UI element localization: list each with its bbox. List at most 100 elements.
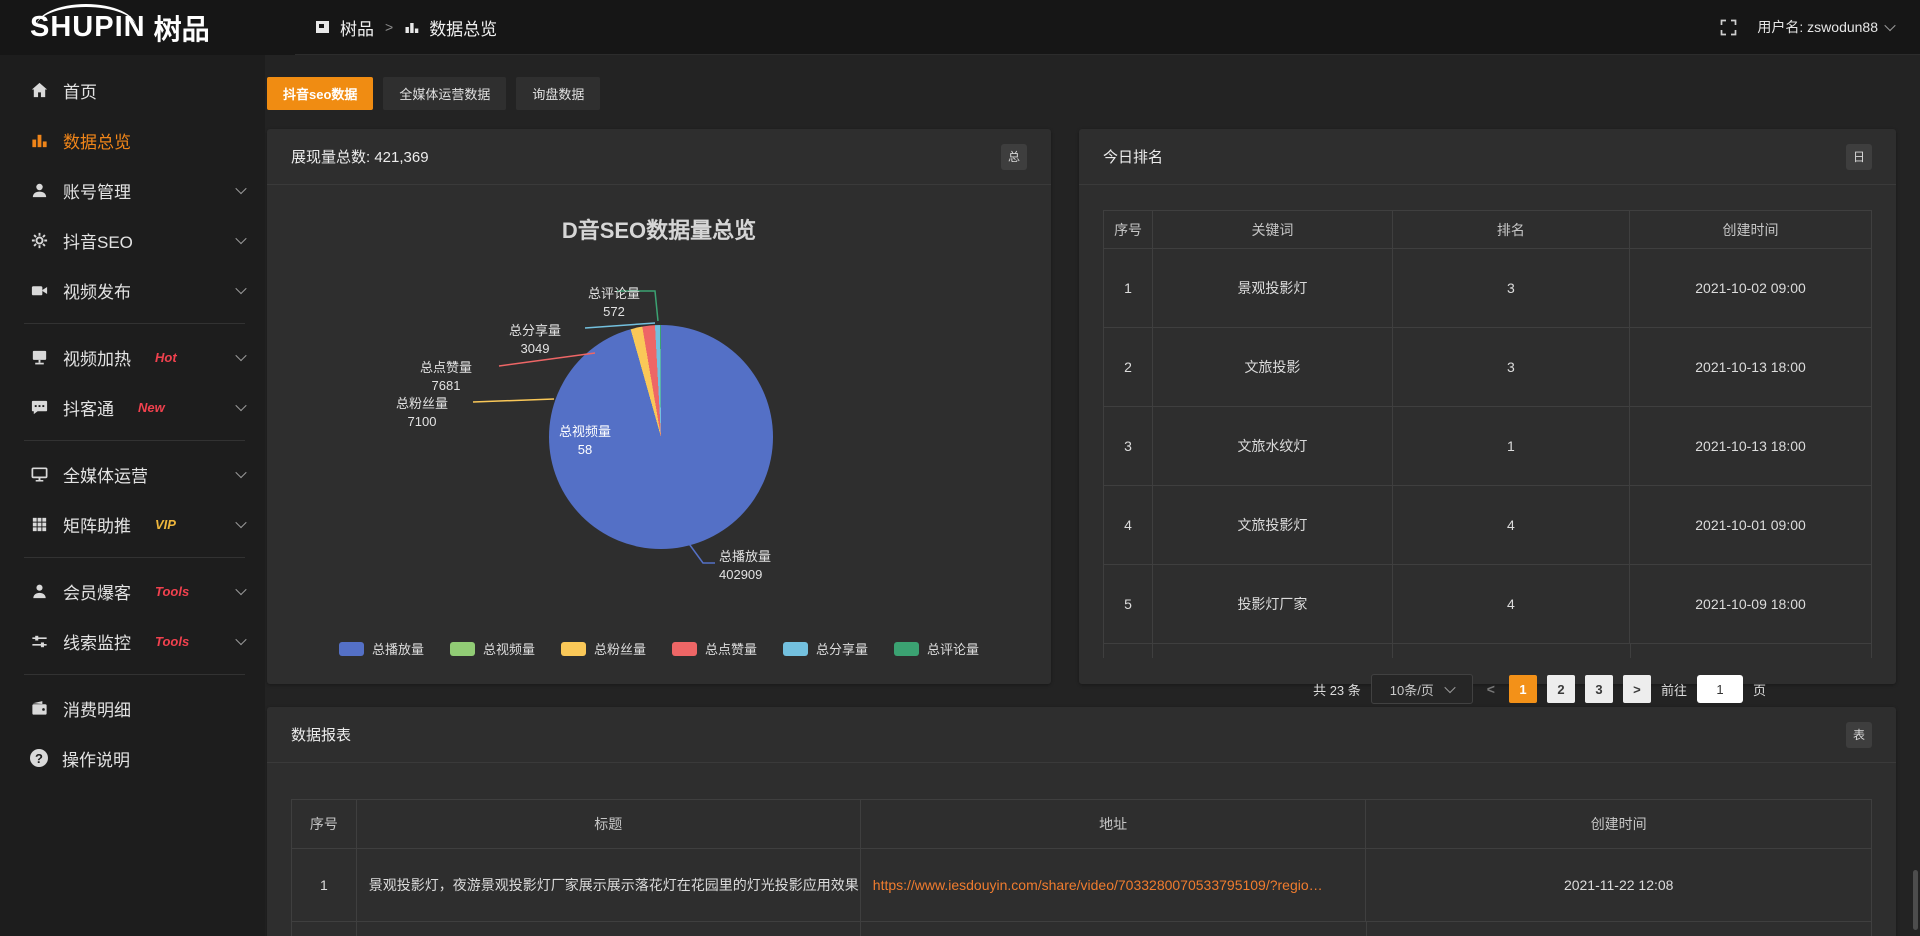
legend-item-plays[interactable]: 总播放量 [339, 639, 424, 658]
screen-icon [30, 348, 49, 367]
main-content: 抖音seo数据 全媒体运营数据 询盘数据 展现量总数: 421,369 总 D音… [265, 55, 1920, 936]
legend-item-videos[interactable]: 总视频量 [450, 639, 535, 658]
chevron-down-icon [1884, 20, 1895, 31]
sidebar-item-data-overview[interactable]: 数据总览 [0, 115, 265, 165]
chevron-down-icon [235, 634, 246, 645]
report-title-cell: 景观投影灯，夜游景观投影灯厂家展示展示落花灯在花园里的灯光投影应用效果 # [356, 849, 860, 922]
sidebar-item-video-publish[interactable]: 视频发布 [0, 265, 265, 315]
goto-unit: 页 [1753, 680, 1766, 699]
data-source-tabs: 抖音seo数据 全媒体运营数据 询盘数据 [267, 77, 1896, 110]
app-window: SHUPIN 树品 树品 > 数据总览 用户名: zswodun8 [0, 0, 1920, 936]
sliders-icon [30, 632, 49, 651]
page-size-select[interactable]: 10条/页 [1371, 674, 1473, 704]
sidebar-item-account[interactable]: 账号管理 [0, 165, 265, 215]
goto-page-input[interactable] [1697, 675, 1743, 703]
pie-chart-area[interactable]: D音SEO数据量总览 总评论量 572 [267, 185, 1051, 684]
table-badge-button[interactable]: 表 [1846, 722, 1872, 748]
user-icon [30, 181, 49, 200]
prev-page-button[interactable]: < [1483, 681, 1499, 697]
tab-inquiry-data[interactable]: 询盘数据 [516, 77, 600, 110]
breadcrumb: 树品 > 数据总览 [315, 15, 497, 40]
scrollbar-thumb[interactable] [1913, 870, 1918, 930]
breadcrumb-root[interactable]: 树品 [340, 15, 374, 40]
chevron-down-icon [235, 233, 246, 244]
page-button-2[interactable]: 2 [1547, 675, 1575, 703]
page-button-1[interactable]: 1 [1509, 675, 1537, 703]
report-table: 序号 标题 地址 创建时间 1 景观投影灯，夜游景观投影灯厂家展示展示落花灯在花… [291, 799, 1872, 922]
sidebar-item-home[interactable]: 首页 [0, 65, 265, 115]
report-video-link[interactable]: https://www.iesdouyin.com/share/video/70… [873, 877, 1323, 893]
report-table-row: 1 景观投影灯，夜游景观投影灯厂家展示展示落花灯在花园里的灯光投影应用效果 # … [292, 849, 1872, 922]
legend-swatch [894, 642, 919, 656]
video-camera-icon [30, 281, 49, 300]
username-label: 用户名: zswodun88 [1757, 17, 1878, 37]
impressions-total-label: 展现量总数: 421,369 [291, 146, 429, 167]
help-icon: ? [30, 749, 48, 767]
legend-item-shares[interactable]: 总分享量 [783, 639, 868, 658]
pie-label-plays: 总播放量 402909 [719, 548, 849, 584]
sidebar-item-member-baoke[interactable]: 会员爆客 Tools [0, 566, 265, 616]
tab-douyin-seo-data[interactable]: 抖音seo数据 [267, 77, 373, 110]
report-panel-title: 数据报表 [291, 724, 351, 745]
report-table-header-row: 序号 标题 地址 创建时间 [292, 800, 1872, 849]
col-title: 标题 [356, 800, 860, 849]
sidebar-item-lead-monitor[interactable]: 线索监控 Tools [0, 616, 265, 666]
goto-label: 前往 [1661, 680, 1687, 699]
col-index: 序号 [1104, 211, 1153, 249]
app-square-icon [315, 19, 331, 35]
tab-media-operation-data[interactable]: 全媒体运营数据 [383, 77, 506, 110]
data-report-panel: 数据报表 表 序号 标题 地址 创建时间 [267, 707, 1896, 936]
rank-table-row: 2文旅投影32021-10-13 18:00 [1104, 328, 1872, 407]
hot-badge: Hot [155, 350, 177, 365]
topbar: SHUPIN 树品 树品 > 数据总览 用户名: zswodun8 [0, 0, 1920, 55]
sidebar-item-media-operation[interactable]: 全媒体运营 [0, 449, 265, 499]
sidebar-item-douketong[interactable]: 抖客通 New [0, 382, 265, 432]
username-dropdown[interactable]: 用户名: zswodun88 [1757, 17, 1894, 37]
sidebar-item-help[interactable]: ? 操作说明 [0, 733, 265, 783]
legend-item-fans[interactable]: 总粉丝量 [561, 639, 646, 658]
pie-label-likes: 总点赞量 7681 [391, 359, 501, 395]
bar-chart-icon [30, 131, 49, 150]
report-table-partial-row [291, 922, 1872, 936]
legend-swatch [783, 642, 808, 656]
chevron-down-icon [235, 283, 246, 294]
col-url: 地址 [860, 800, 1366, 849]
sidebar-item-video-heat[interactable]: 视频加热 Hot [0, 332, 265, 382]
total-badge-button[interactable]: 总 [1001, 144, 1027, 170]
chart-title: D音SEO数据量总览 [267, 213, 1051, 245]
day-badge-button[interactable]: 日 [1846, 144, 1872, 170]
gear-icon [30, 231, 49, 250]
overview-panel: 展现量总数: 421,369 总 D音SEO数据量总览 [267, 129, 1051, 684]
legend-item-comments[interactable]: 总评论量 [894, 639, 979, 658]
vip-badge: VIP [155, 517, 176, 532]
overview-panel-header: 展现量总数: 421,369 总 [267, 129, 1051, 185]
rank-table-row: 1景观投影灯32021-10-02 09:00 [1104, 249, 1872, 328]
next-page-button[interactable]: > [1623, 675, 1651, 703]
fullscreen-icon[interactable] [1720, 19, 1737, 36]
sidebar-item-matrix-boost[interactable]: 矩阵助推 VIP [0, 499, 265, 549]
sidebar-item-douyin-seo[interactable]: 抖音SEO [0, 215, 265, 265]
sidebar-item-consume-detail[interactable]: 消费明细 [0, 683, 265, 733]
col-create-time: 创建时间 [1630, 211, 1872, 249]
page-button-3[interactable]: 3 [1585, 675, 1613, 703]
legend-swatch [561, 642, 586, 656]
pagination-total: 共 23 条 [1313, 680, 1361, 699]
tools-badge: Tools [155, 584, 189, 599]
sidebar-divider [24, 323, 245, 324]
monitor-icon [30, 465, 49, 484]
rank-panel-title: 今日排名 [1103, 146, 1163, 167]
rank-table-row: 3文旅水纹灯12021-10-13 18:00 [1104, 407, 1872, 486]
rank-table-header-row: 序号 关键词 排名 创建时间 [1104, 211, 1872, 249]
col-create-time: 创建时间 [1366, 800, 1872, 849]
grid-icon [30, 515, 49, 534]
new-badge: New [138, 400, 165, 415]
legend-item-likes[interactable]: 总点赞量 [672, 639, 757, 658]
sidebar-divider [24, 440, 245, 441]
logo[interactable]: SHUPIN 树品 [0, 0, 295, 55]
chat-icon [30, 398, 49, 417]
col-keyword: 关键词 [1153, 211, 1393, 249]
member-icon [30, 582, 49, 601]
legend-swatch [339, 642, 364, 656]
chevron-down-icon [235, 467, 246, 478]
legend-swatch [672, 642, 697, 656]
